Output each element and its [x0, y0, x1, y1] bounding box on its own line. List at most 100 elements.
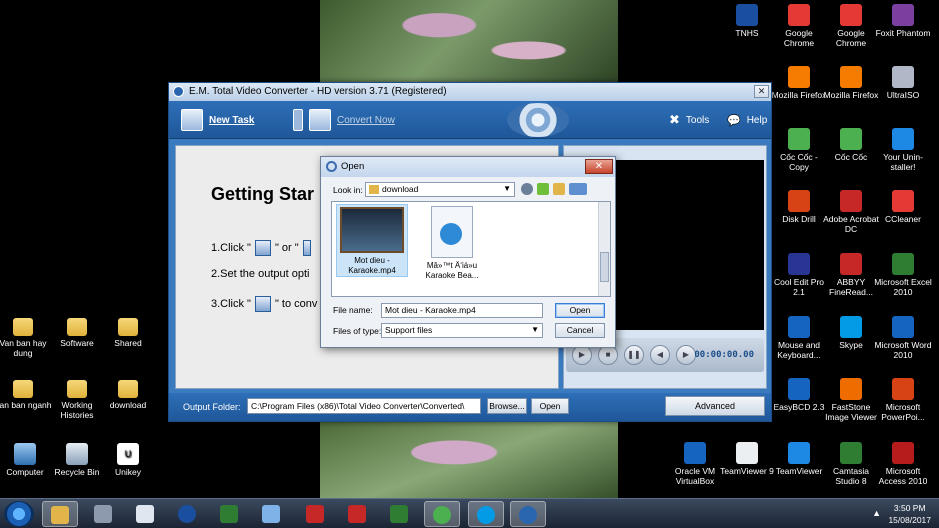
view-menu-icon[interactable] [569, 183, 587, 195]
desktop-icon-skype[interactable]: Skype [822, 316, 880, 350]
desktop-icon-google-chrome[interactable]: Google Chrome [770, 4, 828, 48]
file-name-input[interactable]: Mot dieu - Karaoke.mp4 [381, 303, 543, 318]
desktop-icon-teamviewer-9[interactable]: TeamViewer 9 [718, 442, 776, 476]
browse-button[interactable]: Browse... [487, 398, 527, 414]
desktop-icon-van-ban-hay-dung[interactable]: Van ban hay dung [0, 318, 52, 358]
desktop-icon-foxit-phantom[interactable]: Foxit Phantom [874, 4, 932, 38]
folder-icon [118, 380, 138, 398]
desktop-icon-mouse-and-keyboard[interactable]: Mouse and Keyboard... [770, 316, 828, 360]
desktop-icon-abbyy-fineread[interactable]: ABBYY FineRead... [822, 253, 880, 297]
desktop-icon-label: Google Chrome [783, 28, 815, 48]
desktop-icon-label: Your Unin-staller! [883, 152, 923, 172]
desktop-icon-faststone-image-viewer[interactable]: FastStone Image Viewer [822, 378, 880, 422]
desktop-icon-teamviewer[interactable]: TeamViewer [770, 442, 828, 476]
main-titlebar: E.M. Total Video Converter - HD version … [169, 83, 771, 101]
desktop-icon-van-ban-nganh[interactable]: Van ban nganh [0, 380, 52, 410]
desktop-icon-camtasia-studio-8[interactable]: Camtasia Studio 8 [822, 442, 880, 486]
desktop-icon-cool-edit-pro-2-1[interactable]: Cool Edit Pro 2.1 [770, 253, 828, 297]
new-folder-icon[interactable] [553, 183, 565, 195]
adobe-acrobat-dc-icon [840, 190, 862, 212]
back-icon[interactable] [521, 183, 533, 195]
close-icon[interactable]: ✕ [585, 159, 613, 174]
taskbar-tools[interactable] [86, 501, 122, 527]
new-task-button[interactable]: New Task [175, 106, 260, 134]
advanced-button[interactable]: Advanced [665, 396, 765, 416]
taskbar-notepad[interactable] [254, 501, 290, 527]
play-icon[interactable]: ▶ [572, 345, 592, 365]
open-button[interactable]: Open [555, 303, 605, 318]
desktop-icon-label: Van ban nganh [0, 400, 52, 410]
desktop-icon-computer[interactable]: Computer [0, 443, 54, 477]
tools-button[interactable]: ✖ Tools [663, 106, 715, 134]
desktop-icon-adobe-acrobat-dc[interactable]: Adobe Acrobat DC [822, 190, 880, 234]
look-in-dropdown[interactable]: download ▼ [365, 182, 515, 197]
prev-frame-icon[interactable]: ◀ [650, 345, 670, 365]
desktop-icon-ultraiso[interactable]: UltraISO [874, 66, 932, 100]
tools-label: Tools [685, 114, 710, 126]
desktop-icon-label: Oracle VM VirtualBox [674, 466, 716, 486]
desktop-icon-label: Mouse and Keyboard... [777, 340, 821, 360]
next-frame-icon[interactable]: ▶ [676, 345, 696, 365]
up-folder-icon[interactable] [537, 183, 549, 195]
desktop-icon-your-unin-staller[interactable]: Your Unin-staller! [874, 128, 932, 172]
your-unin-staller-icon [892, 128, 914, 150]
close-icon[interactable]: ✕ [754, 85, 769, 98]
desktop-icon-mozilla-firefox[interactable]: Mozilla Firefox [822, 66, 880, 100]
tray-expand-icon[interactable]: ▲ [872, 508, 881, 518]
taskbar-explorer[interactable] [42, 501, 78, 527]
convert-now-button[interactable]: Convert Now [287, 106, 401, 134]
desktop-icon-label: Microsoft Excel 2010 [874, 277, 932, 297]
taskbar-acrobat[interactable] [340, 501, 376, 527]
taskbar-total-video-converter[interactable] [510, 501, 546, 527]
taskbar-clock[interactable]: 3:50 PM 15/08/2017 [888, 502, 931, 526]
output-folder-field[interactable]: C:\Program Files (x86)\Total Video Conve… [247, 398, 481, 414]
cancel-button[interactable]: Cancel [555, 323, 605, 338]
desktop-icon-easybcd-2-3[interactable]: EasyBCD 2.3 [770, 378, 828, 412]
desktop-icon-microsoft-word-2010[interactable]: Microsoft Word 2010 [874, 316, 932, 360]
taskbar-camtasia[interactable] [382, 501, 418, 527]
c-c-c-c-icon [840, 128, 862, 150]
desktop-icon-google-chrome[interactable]: Google Chrome [822, 4, 880, 48]
desktop-icon-mozilla-firefox[interactable]: Mozilla Firefox [770, 66, 828, 100]
desktop-icon-unikey[interactable]: U Unikey [99, 443, 157, 477]
start-button-icon[interactable] [4, 501, 34, 527]
taskbar-media[interactable] [128, 501, 164, 527]
pause-icon[interactable]: ❚❚ [624, 345, 644, 365]
file-item-mot-dieu-karaoke[interactable]: Mot dieu - Karaoke.mp4 [336, 204, 408, 277]
desktop-icon-c-c-c-c[interactable]: Cốc Cốc [822, 128, 880, 162]
dialog-titlebar: Open ✕ [321, 157, 615, 177]
desktop-icon-tnhs[interactable]: TNHS [718, 4, 776, 38]
files-of-type-select[interactable]: Support files ▼ [381, 323, 543, 338]
desktop-icon-oracle-vm-virtualbox[interactable]: Oracle VM VirtualBox [666, 442, 724, 486]
disk-drill-icon [788, 190, 810, 212]
folder-icon [13, 380, 33, 398]
desktop-icon-download[interactable]: download [99, 380, 157, 410]
desktop-icon-disk-drill[interactable]: Disk Drill [770, 190, 828, 224]
taskbar-skype[interactable] [468, 501, 504, 527]
abbyy-fineread-icon [840, 253, 862, 275]
taskbar-abbyy[interactable] [298, 501, 334, 527]
desktop-icon-label: ABBYY FineRead... [829, 277, 873, 297]
file-item-karaoke-beat[interactable]: Mâ»™t Ä‘iá»u Karaoke Bea... [416, 204, 488, 281]
desktop-icon-c-c-c-c-copy[interactable]: Cốc Cốc - Copy [770, 128, 828, 172]
desktop-icon-shared[interactable]: Shared [99, 318, 157, 348]
desktop-icon-ccleaner[interactable]: CCleaner [874, 190, 932, 224]
stop-icon[interactable]: ■ [598, 345, 618, 365]
taskbar-tnhs[interactable] [170, 501, 206, 527]
taskbar-excel[interactable] [212, 501, 248, 527]
desktop-icon-microsoft-excel-2010[interactable]: Microsoft Excel 2010 [874, 253, 932, 297]
getting-started-title: Getting Star [211, 184, 315, 204]
taskbar-coccoc[interactable] [424, 501, 460, 527]
desktop-icon-software[interactable]: Software [48, 318, 106, 348]
desktop-icon-microsoft-access-2010[interactable]: Microsoft Access 2010 [874, 442, 932, 486]
file-list-scrollbar[interactable] [598, 202, 610, 296]
desktop-icon-recycle-bin[interactable]: Recycle Bin [48, 443, 106, 477]
scrollbar-thumb[interactable] [600, 252, 609, 282]
desktop-icon-microsoft-powerpoi[interactable]: Microsoft PowerPoi... [874, 378, 932, 422]
dialog-title: Open [341, 161, 365, 172]
google-chrome-icon [788, 4, 810, 26]
desktop-icon-working-histories[interactable]: Working Histories [48, 380, 106, 420]
open-folder-button[interactable]: Open [531, 398, 569, 414]
files-of-type-value: Support files [385, 325, 433, 335]
help-button[interactable]: 💬 Help [721, 106, 773, 134]
